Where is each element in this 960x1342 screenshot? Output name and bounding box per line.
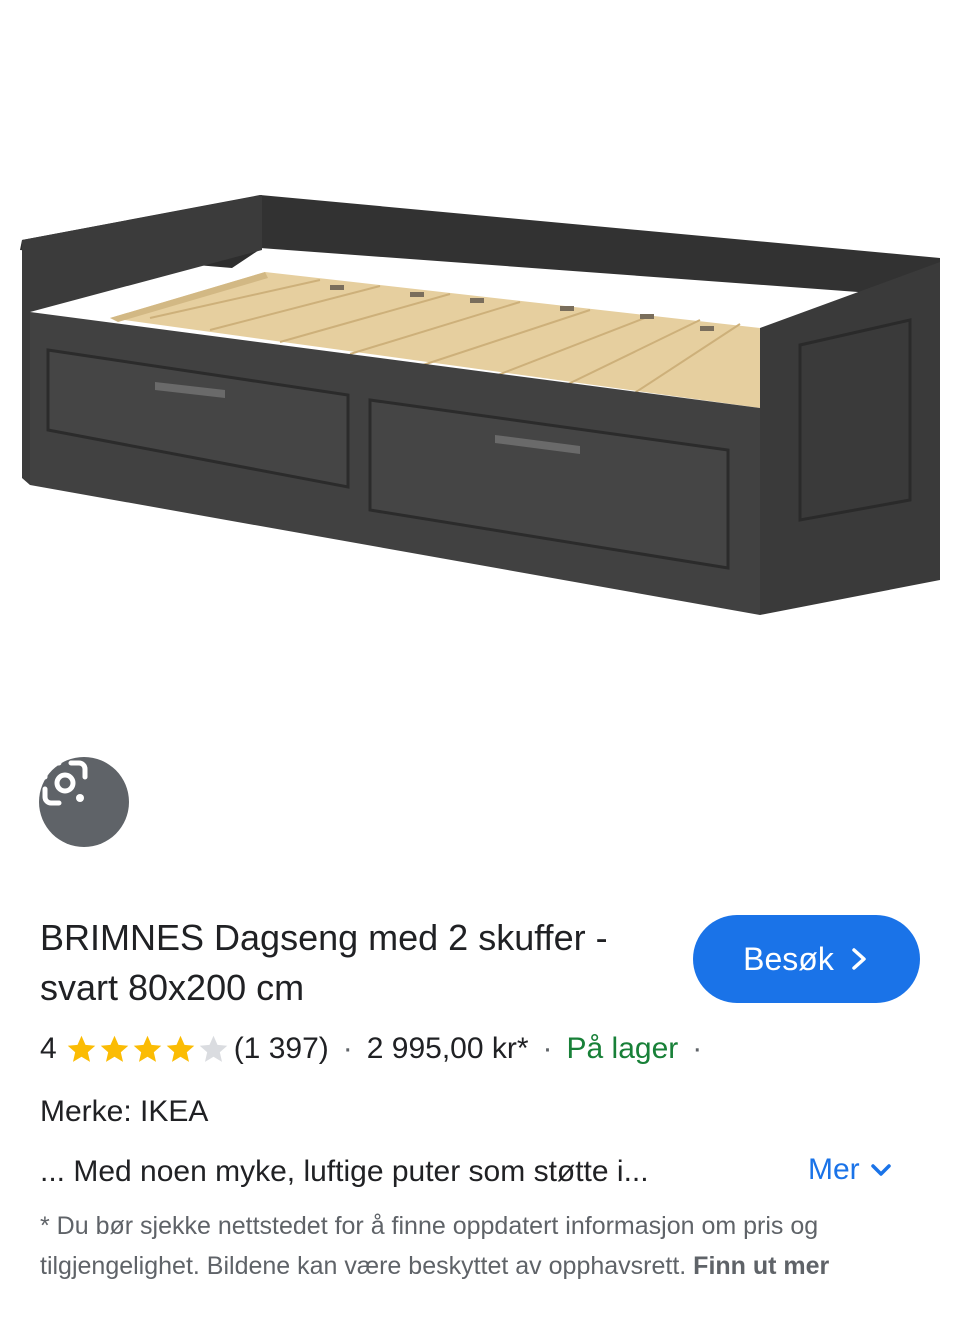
rating-stars <box>65 1033 230 1066</box>
chevron-right-icon <box>852 948 866 970</box>
star-empty-icon <box>199 1035 227 1062</box>
description-snippet: ... Med noen myke, luftige puter som stø… <box>40 1155 649 1188</box>
visit-button-label: Besøk <box>743 940 834 977</box>
visit-button[interactable]: Besøk <box>693 915 920 1003</box>
product-meta-row: 4 (1 397) · 2 995,00 kr* · På lager · <box>40 1026 716 1072</box>
more-button[interactable]: Mer <box>808 1148 892 1192</box>
star-filled-icon <box>166 1035 194 1062</box>
chevron-down-icon <box>870 1164 891 1176</box>
stock-status: På lager <box>566 1032 679 1065</box>
daybed-illustration <box>20 195 940 615</box>
product-image[interactable] <box>0 0 960 850</box>
google-lens-button[interactable] <box>39 757 129 847</box>
separator: · <box>542 1032 553 1065</box>
disclaimer: * Du bør sjekke nettstedet for å finne o… <box>40 1206 920 1286</box>
separator: · <box>342 1032 353 1065</box>
more-button-label: Mer <box>808 1153 860 1186</box>
star-filled-icon <box>133 1035 161 1062</box>
rating-value: 4 <box>40 1032 57 1065</box>
review-count[interactable]: (1 397) <box>234 1032 329 1066</box>
google-lens-icon <box>42 760 88 806</box>
star-filled-icon <box>67 1035 95 1062</box>
separator: · <box>692 1032 703 1065</box>
learn-more-link[interactable]: Finn ut mer <box>693 1252 829 1280</box>
brand-label: Merke: IKEA <box>40 1095 209 1128</box>
star-filled-icon <box>100 1035 128 1062</box>
price: 2 995,00 kr* <box>366 1032 529 1065</box>
product-title[interactable]: BRIMNES Dagseng med 2 skuffer - svart 80… <box>40 913 670 1013</box>
